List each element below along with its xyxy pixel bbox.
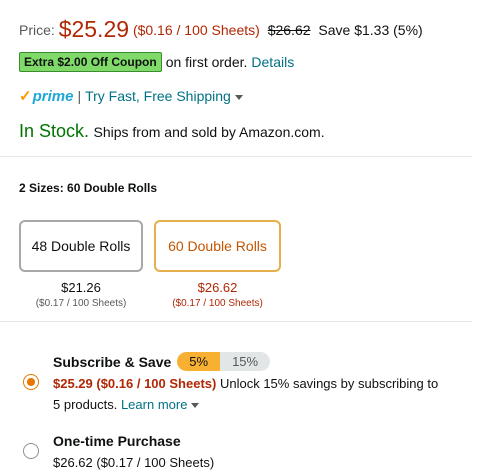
stock-status: In Stock.: [19, 121, 90, 141]
size-option-48-double-rolls[interactable]: 48 Double Rolls: [19, 220, 143, 272]
price-label: Price:: [19, 22, 55, 38]
ships-from-text: Ships from and sold by Amazon.com.: [93, 124, 325, 140]
discount-pill-15[interactable]: 15%: [220, 352, 271, 371]
coupon-text: on first order.: [165, 54, 248, 70]
divider: [0, 156, 472, 157]
subscribe-save-radio[interactable]: [23, 374, 39, 390]
subscribe-save-price-line: $25.29 ($0.16 / 100 Sheets) Unlock 15% s…: [53, 376, 438, 391]
prime-logo: ✓ prime: [19, 87, 74, 106]
size-option-price: $26.62: [197, 280, 238, 295]
savings-text: Save $1.33 (5%): [318, 22, 423, 38]
stock-row: In Stock. Ships from and sold by Amazon.…: [19, 121, 325, 142]
subscribe-save-note: 5 products. Learn more: [53, 397, 200, 412]
chevron-down-icon: [191, 403, 200, 409]
price-row: Price: $25.29 ($0.16 / 100 Sheets) $26.6…: [19, 16, 423, 43]
subscribe-save-header: Subscribe & Save 5% 15%: [53, 352, 271, 371]
size-option-unit-price: ($0.17 / 100 Sheets): [35, 298, 127, 309]
prime-separator: |: [77, 88, 82, 104]
subscribe-price: $25.29 ($0.16 / 100 Sheets): [53, 376, 217, 391]
learn-more-link[interactable]: Learn more: [120, 397, 200, 412]
subscribe-save-title: Subscribe & Save: [53, 353, 172, 370]
one-time-purchase-title: One-time Purchase: [53, 433, 181, 449]
divider: [0, 321, 472, 322]
learn-more-label: Learn more: [120, 397, 188, 412]
prime-logo-text: prime: [32, 87, 74, 105]
subscribe-unlock-text-2: 5 products.: [53, 397, 118, 412]
coupon-details-link[interactable]: Details: [251, 54, 294, 70]
price-per-unit: ($0.16 / 100 Sheets): [132, 22, 260, 38]
coupon-badge[interactable]: Extra $2.00 Off Coupon: [19, 52, 162, 72]
prime-row: ✓ prime | Try Fast, Free Shipping: [19, 87, 243, 105]
size-option-unit-price: ($0.17 / 100 Sheets): [172, 298, 263, 309]
price-value: $25.29: [58, 16, 130, 42]
size-option-price: $21.26: [61, 280, 101, 295]
one-time-purchase-price: $26.62 ($0.17 / 100 Sheets): [53, 455, 215, 470]
sizes-label: 2 Sizes: 60 Double Rolls: [19, 181, 158, 195]
one-time-purchase-radio[interactable]: [23, 443, 39, 459]
size-option-label: 48 Double Rolls: [31, 238, 131, 254]
coupon-row: Extra $2.00 Off Coupon on first order. D…: [19, 52, 294, 72]
list-price: $26.62: [267, 22, 311, 38]
prime-shipping-link-label: Try Fast, Free Shipping: [85, 88, 231, 104]
chevron-down-icon: [234, 94, 243, 100]
subscribe-unlock-text: Unlock 15% savings by subscribing to: [219, 376, 439, 391]
size-option-label: 60 Double Rolls: [168, 238, 267, 254]
prime-check-icon: ✓: [19, 88, 32, 105]
size-option-60-double-rolls[interactable]: 60 Double Rolls: [154, 220, 281, 272]
prime-shipping-link[interactable]: Try Fast, Free Shipping: [85, 88, 243, 104]
discount-pill-5[interactable]: 5%: [177, 352, 221, 371]
